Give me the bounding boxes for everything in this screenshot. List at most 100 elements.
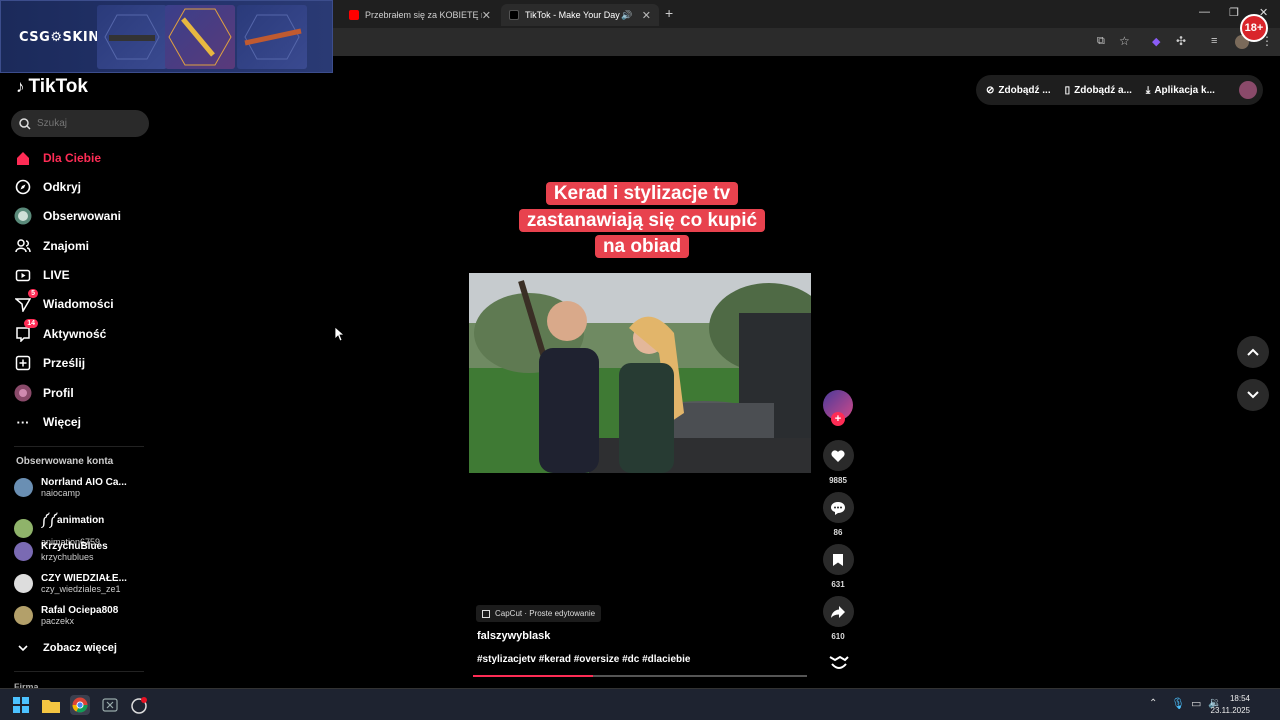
file-explorer-icon[interactable] [41,695,61,715]
share-icon [822,596,854,627]
nav-label: Dla Ciebie [43,151,102,165]
tab-youtube[interactable]: Przebrałem się za KOBIETĘ na S ✕ [341,4,499,26]
tiktok-icon [509,10,519,20]
like-button[interactable]: 9885 [822,440,854,485]
search-box[interactable] [11,110,149,137]
like-count: 9885 [829,476,847,485]
logo-text: TikTok [28,76,88,97]
search-input[interactable] [37,118,137,129]
coin-icon: ⊘ [986,84,995,96]
close-icon[interactable]: ✕ [642,9,651,22]
install-icon[interactable]: ⧉ [1097,35,1105,48]
avatar [14,574,33,593]
minimize-icon[interactable]: — [1199,6,1210,18]
app-icon[interactable] [129,695,149,715]
avatar [14,478,33,497]
nav-live[interactable]: LIVE [14,265,70,285]
excel-icon[interactable] [100,695,120,715]
nav-label: Odkryj [43,180,82,194]
music-disc-icon[interactable] [829,655,849,676]
tab-tiktok[interactable]: TikTok - Make Your Day 🔊 ✕ [501,4,659,26]
extension-icon[interactable]: ◆ [1152,35,1160,48]
video-progress-bar[interactable] [473,675,807,677]
user-avatar[interactable] [1239,81,1257,99]
bookmark-star-icon[interactable]: ☆ [1119,34,1130,48]
nav-explore[interactable]: Odkryj [14,177,81,197]
nav-friends[interactable]: Znajomi [14,236,89,256]
next-video-button[interactable] [1237,379,1269,411]
share-button[interactable]: 610 [822,596,854,641]
followed-account[interactable]: KrzychuBlues krzychublues [14,541,108,562]
nav-activity[interactable]: 14 Aktywność [14,319,106,344]
nav-label: Znajomi [43,239,90,253]
nav-more[interactable]: ··· Więcej [14,412,81,432]
nav-for-you[interactable]: Dla Ciebie [14,148,101,168]
close-icon[interactable]: ✕ [482,9,491,22]
get-coins-button[interactable]: ⊘ Zdobądź ... [986,85,1051,96]
phone-icon: ▯ [1064,84,1071,96]
previous-video-button[interactable] [1237,336,1269,368]
video-frame-image [469,273,811,473]
followed-account[interactable]: Rafal Ociepa808 paczekx [14,605,118,626]
save-button[interactable]: 631 [822,544,854,589]
save-count: 631 [831,580,845,589]
followed-account[interactable]: Norrland AIO Ca... naiocamp [14,477,127,498]
capcut-tag[interactable]: CapCut · Proste edytowanie [476,605,602,622]
microphone-icon[interactable]: 🎙 [1171,697,1185,710]
speaker-icon[interactable]: 🔊 [621,10,632,21]
followed-accounts-title: Obserwowane konta [16,456,114,467]
avatar [14,606,33,625]
heart-icon [822,440,854,471]
capcut-icon [482,609,490,618]
media-control-icon[interactable]: ≡ [1211,35,1217,47]
friends-icon [14,237,32,255]
sidebar-divider [14,446,144,447]
chevron-down-icon [14,639,32,657]
extensions-puzzle-icon[interactable]: ✣ [1176,34,1186,48]
chrome-icon[interactable] [70,695,90,715]
follow-plus-icon[interactable]: + [831,412,845,426]
comment-button[interactable]: 86 [822,492,854,537]
capcut-label: CapCut · Proste edytowanie [495,609,596,618]
creator-avatar[interactable]: + [822,390,854,426]
clock[interactable]: 18:54 23.11.2025 [1211,693,1250,717]
video-player[interactable] [469,273,811,473]
account-name: ༼༼animation [41,515,105,526]
nav-profile[interactable]: Profil [14,383,74,403]
ad-banner[interactable]: CSG⚙SKINS [0,0,333,73]
account-name: CZY WIEDZIAŁE... [41,573,127,584]
account-handle: czy_wiedziales_ze1 [41,584,121,594]
followed-account[interactable]: CZY WIEDZIAŁE... czy_wiedziales_ze1 [14,573,127,594]
new-tab-button[interactable]: + [665,5,673,21]
get-app-button[interactable]: ▯ Zdobądź a... [1065,85,1132,96]
nav-label: Obserwowani [43,209,122,223]
chevron-up-icon [1247,348,1259,356]
home-icon [14,149,32,167]
mouse-cursor-icon [334,326,346,342]
nav-following[interactable]: Obserwowani [14,206,121,226]
tiktok-note-icon: ♪ [16,77,25,96]
nav-label: LIVE [43,268,70,282]
compass-icon [14,178,32,196]
windows-taskbar: ⌃ 🎙 ▭ 🔉 18:54 23.11.2025 [0,688,1280,720]
video-hashtags[interactable]: #stylizacjetv #kerad #oversize #dc #dlac… [477,654,690,665]
maximize-icon[interactable]: ❐ [1229,6,1239,19]
nav-upload[interactable]: Prześlij [14,353,85,373]
nav-label: Wiadomości [43,297,114,311]
ad-knife-image [165,5,235,69]
live-tv-icon [14,266,32,284]
video-author[interactable]: falszywyblask [477,630,550,642]
profile-avatar-icon [14,384,32,402]
age-badge: 18+ [1240,14,1268,42]
tiktok-logo[interactable]: ♪ TikTok [16,76,88,98]
avatar [14,542,33,561]
windows-start-icon[interactable] [11,695,31,715]
display-icon[interactable]: ▭ [1191,697,1201,710]
account-handle: krzychublues [41,552,94,562]
desktop-app-button[interactable]: ⤓ Aplikacja k... [1146,85,1215,96]
download-icon: ⤓ [1145,84,1151,96]
nav-label: Profil [43,386,74,400]
see-more-button[interactable]: Zobacz więcej [14,638,117,658]
nav-messages[interactable]: 5 Wiadomości [14,289,114,314]
tray-chevron-icon[interactable]: ⌃ [1149,698,1157,709]
